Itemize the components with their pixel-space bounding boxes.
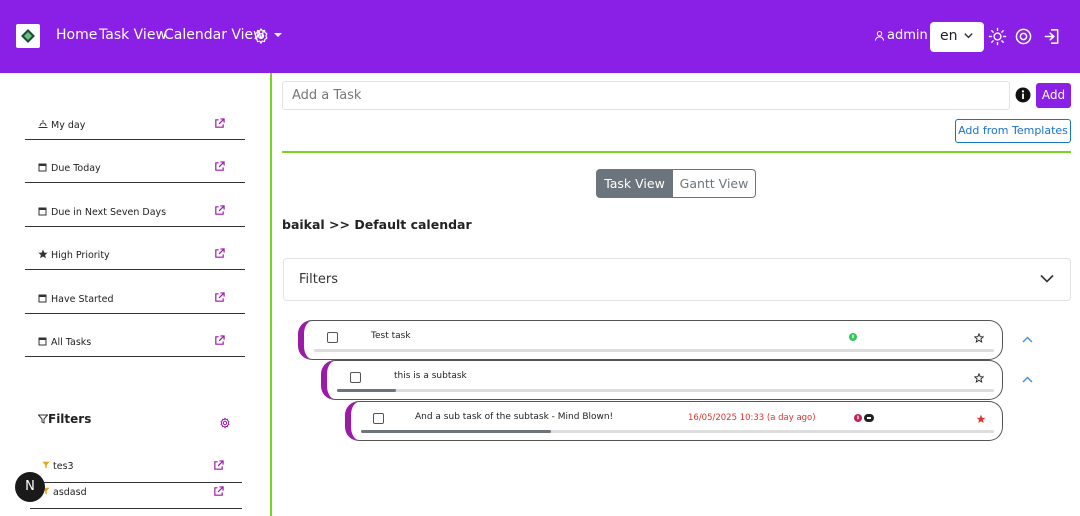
task-title: this is a subtask (394, 371, 467, 381)
external-link-icon[interactable] (214, 292, 225, 303)
tab-task-view[interactable]: Task View (596, 169, 673, 198)
task-progress-bar (337, 389, 994, 392)
filters-title-label: Filters (48, 412, 92, 426)
tag-badge-icon (864, 414, 874, 422)
sidebar-item-my-day[interactable]: My day (25, 112, 245, 140)
external-link-icon[interactable] (214, 248, 225, 259)
user-menu[interactable]: admin (874, 28, 928, 43)
filters-settings-gear-icon[interactable] (219, 417, 231, 429)
sidebar-filter-item[interactable]: tes3 (30, 458, 242, 483)
nav-task-view[interactable]: Task View (99, 27, 167, 43)
external-link-icon[interactable] (213, 486, 224, 497)
nav-home[interactable]: Home (56, 27, 97, 43)
calendar-icon (38, 294, 47, 303)
status-dot-icon (849, 333, 857, 341)
external-link-icon[interactable] (214, 161, 225, 172)
external-link-icon[interactable] (213, 460, 224, 471)
add-from-templates-button[interactable]: Add from Templates (955, 119, 1071, 143)
sidebar-filters-heading: Filters (37, 412, 92, 426)
star-outline-icon[interactable] (974, 333, 984, 343)
breadcrumb: baikal >> Default calendar (282, 217, 472, 232)
task-progress-fill (337, 389, 397, 392)
star-icon (38, 249, 48, 259)
chevron-down-icon (1040, 274, 1054, 283)
sidebar-item-label: Due Today (51, 163, 101, 174)
filter-item-label: tes3 (53, 461, 74, 472)
task-progress-fill (361, 430, 551, 433)
sidebar-item-have-started[interactable]: Have Started (25, 286, 245, 314)
star-outline-icon[interactable] (974, 373, 984, 383)
filters-accordion[interactable]: Filters (283, 258, 1071, 301)
task-due-date: 16/05/2025 10:33 (a day ago) (688, 413, 816, 423)
sidebar-filter-item[interactable]: asdasd (30, 484, 242, 509)
settings-gear-icon[interactable] (252, 27, 270, 45)
info-icon[interactable] (1015, 87, 1031, 103)
logo-icon (20, 28, 36, 44)
external-link-icon[interactable] (214, 335, 225, 346)
support-ring-icon[interactable] (1015, 28, 1032, 45)
sidebar-divider (270, 73, 272, 516)
star-filled-icon[interactable] (976, 414, 986, 424)
language-value: en (940, 28, 958, 44)
sidebar-item-label: Due in Next Seven Days (51, 207, 167, 218)
chevron-up-icon[interactable] (1022, 336, 1033, 343)
sidebar-item-all-tasks[interactable]: All Tasks (25, 329, 245, 357)
sidebar-item-due-next-seven-days[interactable]: Due in Next Seven Days (25, 199, 245, 227)
calendar-icon (38, 337, 47, 346)
user-icon (874, 30, 885, 41)
sidebar-item-label: All Tasks (51, 337, 92, 348)
calendar-icon (38, 207, 47, 216)
external-link-icon[interactable] (214, 118, 225, 129)
funnel-icon (42, 461, 50, 469)
settings-dropdown-caret-icon[interactable] (274, 33, 282, 37)
sun-horizon-icon (38, 120, 48, 128)
sidebar-item-due-today[interactable]: Due Today (25, 155, 245, 183)
top-navbar: Home Task View Calendar View admin en (0, 0, 1080, 73)
task-checkbox[interactable] (373, 413, 384, 424)
task-checkbox[interactable] (350, 372, 361, 383)
task-checkbox[interactable] (327, 332, 338, 343)
tab-gantt-view[interactable]: Gantt View (672, 169, 756, 198)
app-logo[interactable] (16, 24, 40, 48)
task-progress-bar (361, 430, 994, 433)
calendar-icon (38, 163, 47, 172)
task-title: Test task (371, 331, 411, 341)
priority-dot-icon (854, 414, 862, 422)
sidebar-item-label: My day (51, 120, 86, 131)
task-card[interactable]: this is a subtask (321, 360, 1003, 400)
chevron-up-icon[interactable] (1022, 376, 1033, 383)
filter-item-label: asdasd (53, 487, 87, 498)
task-card[interactable]: Test task (298, 320, 1003, 360)
sidebar-item-label: Have Started (51, 294, 114, 305)
nextjs-dev-badge[interactable]: N (15, 472, 45, 502)
task-card[interactable]: And a sub task of the subtask - Mind Blo… (345, 401, 1003, 441)
funnel-icon (37, 414, 49, 424)
add-task-button[interactable]: Add (1036, 83, 1071, 108)
logout-icon[interactable] (1043, 28, 1061, 45)
sidebar-item-high-priority[interactable]: High Priority (25, 242, 245, 270)
main-divider (282, 151, 1071, 153)
username-label: admin (887, 28, 928, 43)
filters-accordion-label: Filters (299, 272, 338, 287)
task-progress-bar (314, 349, 994, 352)
theme-sun-icon[interactable] (988, 27, 1007, 46)
chevron-down-icon (964, 33, 973, 39)
nav-calendar-view[interactable]: Calendar View (164, 27, 265, 43)
external-link-icon[interactable] (214, 205, 225, 216)
sidebar-item-label: High Priority (51, 250, 110, 261)
language-select[interactable]: en (930, 22, 984, 52)
task-title: And a sub task of the subtask - Mind Blo… (415, 412, 614, 422)
add-task-input[interactable]: Add a Task (282, 81, 1010, 110)
